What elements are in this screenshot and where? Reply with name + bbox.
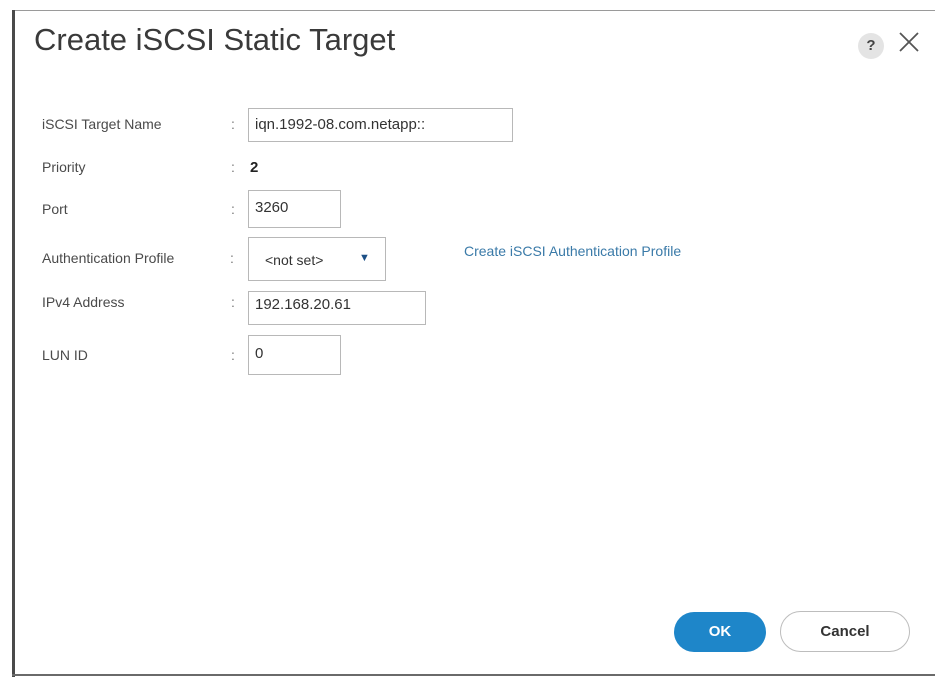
dropdown-arrow-icon: ▼ [359, 252, 370, 264]
lun-id-label: LUN ID [42, 347, 88, 363]
target-name-input[interactable]: iqn.1992-08.com.netapp:: [248, 108, 513, 142]
priority-value: 2 [250, 159, 259, 176]
auth-profile-colon: : [230, 250, 234, 266]
cancel-button[interactable]: Cancel [780, 611, 910, 652]
target-name-colon: : [231, 116, 235, 132]
auth-profile-selected-value: <not set> [265, 252, 324, 268]
lun-id-colon: : [231, 347, 235, 363]
ok-button[interactable]: OK [674, 612, 766, 652]
port-input[interactable]: 3260 [248, 190, 341, 228]
ipv4-label: IPv4 Address [42, 294, 125, 310]
help-icon[interactable]: ? [858, 33, 884, 59]
port-label: Port [42, 201, 68, 217]
dialog-border-bottom [12, 674, 935, 676]
ipv4-input[interactable]: 192.168.20.61 [248, 291, 426, 325]
auth-profile-label: Authentication Profile [42, 250, 175, 266]
lun-id-input[interactable]: 0 [248, 335, 341, 375]
dialog-title: Create iSCSI Static Target [34, 22, 396, 57]
ipv4-colon: : [231, 294, 235, 310]
auth-profile-select[interactable]: <not set> ▼ [248, 237, 386, 281]
priority-label: Priority [42, 159, 86, 175]
priority-colon: : [231, 159, 235, 175]
dialog-border-top [12, 10, 935, 11]
dialog-border-left [12, 10, 15, 677]
target-name-label: iSCSI Target Name [42, 116, 162, 132]
create-iscsi-static-target-dialog: Create iSCSI Static Target ? iSCSI Targe… [0, 0, 935, 677]
port-colon: : [231, 201, 235, 217]
close-icon[interactable] [895, 28, 923, 56]
create-auth-profile-link[interactable]: Create iSCSI Authentication Profile [464, 243, 681, 259]
